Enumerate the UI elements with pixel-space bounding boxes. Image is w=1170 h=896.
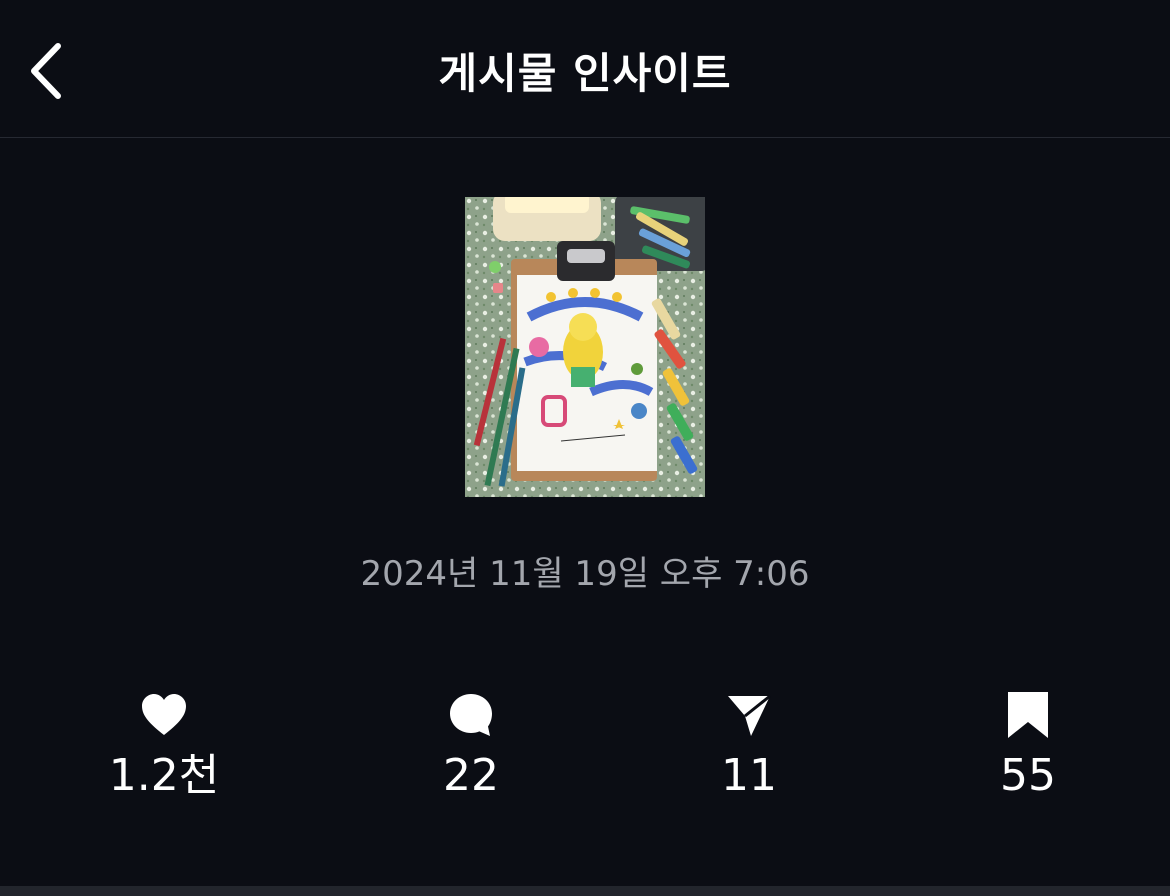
header-bar: 게시물 인사이트 [0,0,1170,138]
post-timestamp: 2024년 11월 19일 오후 7:06 [360,554,810,594]
likes-count: 1.2천 [108,750,220,801]
heart-icon [142,694,186,735]
comments-stat[interactable]: 22 [381,688,561,800]
share-icon [728,694,771,736]
bookmark-icon [1008,692,1048,738]
post-thumbnail[interactable] [465,197,705,497]
shares-stat[interactable]: 11 [659,688,839,800]
page-title: 게시물 인사이트 [438,49,732,98]
saves-count: 55 [1000,750,1056,801]
comments-count: 22 [443,750,499,801]
saves-stat[interactable]: 55 [938,688,1118,800]
shares-count: 11 [721,750,777,801]
comment-icon [450,694,492,736]
bottom-divider [0,886,1170,896]
likes-stat[interactable]: 1.2천 [74,688,254,800]
